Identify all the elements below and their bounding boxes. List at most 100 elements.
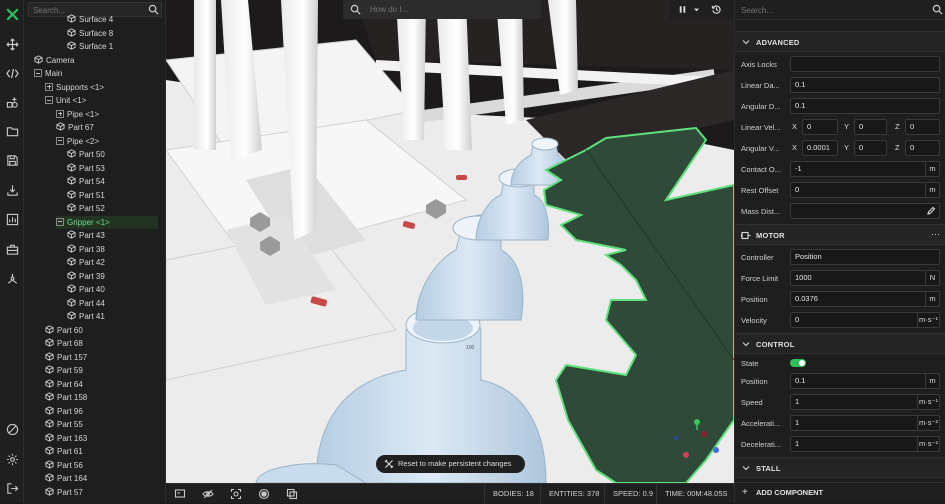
tree-node[interactable]: Part 39 — [67, 270, 158, 283]
tree-node[interactable]: Part 157 — [45, 351, 158, 364]
search-icon — [350, 4, 361, 15]
tree-node[interactable]: Part 64 — [45, 378, 158, 391]
tree-node[interactable]: Surface 4 — [67, 13, 158, 26]
edit-pencil-icon[interactable] — [926, 206, 936, 216]
tree-node[interactable]: Main — [34, 67, 158, 80]
inspector-search-input[interactable] — [741, 5, 921, 16]
chart-icon[interactable] — [3, 210, 21, 228]
tree-node[interactable]: Part 51 — [67, 189, 158, 202]
angular-velocity-y[interactable]: 0 — [854, 140, 887, 156]
settings-gear-icon[interactable] — [3, 450, 21, 468]
tree-node[interactable]: Part 52 — [67, 202, 158, 215]
expand-icon[interactable] — [56, 109, 64, 118]
move-icon[interactable] — [3, 35, 21, 53]
folder-icon[interactable] — [3, 122, 21, 140]
disabled-physics-icon[interactable] — [3, 420, 21, 438]
tree-node[interactable]: Part 43 — [67, 229, 158, 242]
tree-node[interactable]: Pipe <1> — [56, 108, 158, 121]
tree-node[interactable]: Part 59 — [45, 364, 158, 377]
screen-icon[interactable] — [174, 488, 186, 500]
tree-node[interactable]: Part 54 — [67, 175, 158, 188]
copy-icon[interactable] — [286, 488, 298, 500]
acceleration-field[interactable]: 1 m·s⁻² — [790, 415, 940, 431]
save-icon[interactable] — [3, 151, 21, 169]
linear-velocity-y[interactable]: 0 — [854, 119, 887, 135]
stall-section-header[interactable]: STALL — [735, 457, 945, 478]
tree-node[interactable]: Supports <1> — [45, 81, 158, 94]
collapse-icon[interactable] — [45, 96, 53, 104]
code-icon[interactable] — [3, 64, 21, 82]
control-position-field[interactable]: 0.1 m — [790, 373, 940, 389]
tree-node[interactable]: Part 164 — [45, 472, 158, 485]
collapse-icon[interactable] — [56, 136, 64, 145]
tree-node[interactable]: Part 61 — [45, 445, 158, 458]
tree-node[interactable]: Part 57 — [45, 486, 158, 499]
tree-node[interactable]: Part 42 — [67, 256, 158, 269]
rest-offset-field[interactable]: 0 m — [790, 182, 940, 198]
axis-locks-field[interactable] — [790, 56, 940, 72]
tree-node[interactable]: Pipe <2> — [56, 135, 158, 148]
angular-velocity-x[interactable]: 0.0001 — [802, 140, 838, 156]
collapse-icon[interactable] — [34, 69, 42, 77]
add-component-button[interactable]: + ADD COMPONENT — [735, 482, 945, 503]
help-search[interactable] — [343, 0, 541, 19]
viewport-3d[interactable]: 100 Reset to make persistent changes — [166, 0, 734, 483]
tree-node[interactable]: Gripper <1> — [56, 215, 158, 229]
tree-node[interactable]: Part 68 — [45, 337, 158, 350]
tree-node[interactable]: Part 67 — [56, 121, 158, 134]
import-icon[interactable] — [3, 181, 21, 199]
mass-distribution-field[interactable] — [790, 203, 940, 219]
tree-node[interactable]: Part 38 — [67, 243, 158, 256]
tree-node[interactable]: Part 158 — [45, 391, 158, 404]
controller-select[interactable]: Position — [790, 249, 940, 265]
pause-icon[interactable] — [677, 4, 688, 15]
tree-node-label: Gripper <1> — [67, 217, 110, 227]
tree-node[interactable]: Part 96 — [45, 405, 158, 418]
speed-field[interactable]: 1 m·s⁻¹ — [790, 394, 940, 410]
expand-icon[interactable] — [45, 82, 53, 91]
linear-damping-field[interactable]: 0.1 — [790, 77, 940, 93]
angular-damping-field[interactable]: 0.1 — [790, 98, 940, 114]
search-icon[interactable] — [932, 4, 943, 15]
tree-node[interactable]: Part 60 — [45, 324, 158, 337]
linear-velocity-z[interactable]: 0 — [905, 119, 940, 135]
deceleration-field[interactable]: 1 m·s⁻² — [790, 436, 940, 452]
focus-frame-icon[interactable] — [230, 488, 242, 500]
tree-node[interactable]: Part 50 — [67, 148, 158, 161]
tree-node[interactable]: Part 163 — [45, 432, 158, 445]
hierarchy-icon[interactable] — [3, 269, 21, 287]
collapse-icon[interactable] — [56, 217, 64, 226]
tree-node[interactable]: Surface 8 — [67, 27, 158, 40]
tree-node[interactable]: Part 56 — [45, 459, 158, 472]
tree-node[interactable]: Part 53 — [67, 162, 158, 175]
tree-node[interactable]: Part 44 — [67, 297, 158, 310]
motor-velocity-field[interactable]: 0 m·s⁻¹ — [790, 312, 940, 328]
tree-node[interactable]: Surface 1 — [67, 40, 158, 53]
motor-position-field[interactable]: 0.0376 m — [790, 291, 940, 307]
advanced-section-header[interactable]: ADVANCED — [735, 31, 945, 52]
control-section-header[interactable]: CONTROL — [735, 333, 945, 354]
app-logo-icon[interactable] — [3, 5, 21, 23]
motor-section-header[interactable]: MOTOR ⋯ — [735, 224, 945, 245]
tree-node[interactable]: Part 55 — [45, 418, 158, 431]
record-icon[interactable] — [258, 488, 270, 500]
linear-velocity-x[interactable]: 0 — [802, 119, 838, 135]
contact-offset-field[interactable]: -1 m — [790, 161, 940, 177]
chevron-down-icon[interactable] — [693, 4, 700, 15]
shapes-add-icon[interactable] — [3, 93, 21, 111]
tree-node[interactable]: Camera — [34, 54, 158, 67]
visibility-off-icon[interactable] — [202, 488, 214, 500]
logout-icon[interactable] — [3, 479, 21, 497]
state-toggle[interactable] — [790, 359, 806, 367]
help-search-input[interactable] — [370, 4, 530, 15]
more-options-icon[interactable]: ⋯ — [931, 225, 940, 244]
reset-history-icon[interactable] — [711, 4, 722, 15]
tree-node[interactable]: Unit <1> — [45, 94, 158, 107]
simulation-controls — [669, 0, 734, 19]
angular-velocity-z[interactable]: 0 — [905, 140, 940, 156]
toolbox-icon[interactable] — [3, 240, 21, 258]
tree-node[interactable]: Part 40 — [67, 283, 158, 296]
inspector-search[interactable] — [735, 0, 945, 20]
force-limit-field[interactable]: 1000 N — [790, 270, 940, 286]
tree-node[interactable]: Part 41 — [67, 310, 158, 323]
